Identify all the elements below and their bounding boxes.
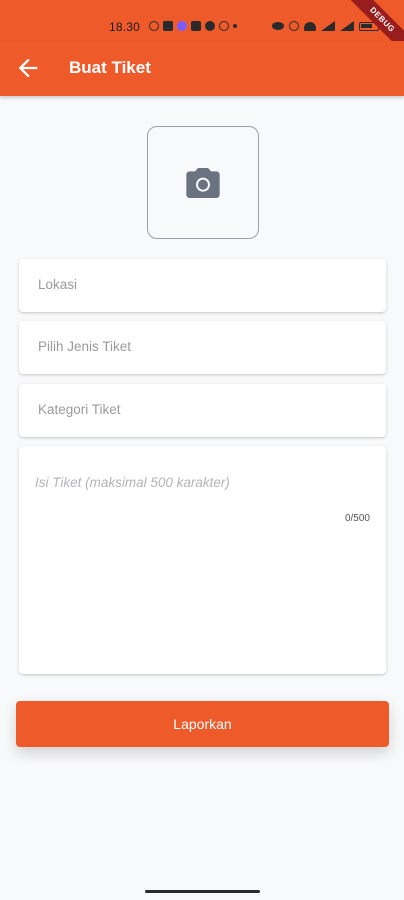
isi-tiket-placeholder: Isi Tiket (maksimal 500 karakter) [35, 475, 230, 490]
notification-icons [149, 21, 237, 31]
app-screen: 18.30 DEBUG Buat Tiket Lokasi Pilih Jeni… [0, 0, 404, 900]
app-notification-icon [177, 21, 187, 31]
status-bar: 18.30 DEBUG [0, 0, 404, 59]
kategori-tiket-placeholder: Kategori Tiket [38, 402, 121, 417]
lokasi-placeholder: Lokasi [38, 277, 78, 292]
wifi-icon [304, 21, 316, 31]
security-icon [205, 21, 215, 31]
arrow-left-icon [18, 58, 38, 78]
back-button[interactable] [14, 54, 42, 82]
whatsapp-icon [149, 21, 159, 31]
signal-icon [321, 21, 335, 31]
kategori-tiket-select[interactable]: Kategori Tiket [19, 384, 386, 437]
char-counter: 0/500 [344, 513, 370, 524]
signal-icon-2 [340, 21, 354, 31]
isi-tiket-textarea[interactable]: Isi Tiket (maksimal 500 karakter) 0/500 [19, 446, 386, 674]
jenis-tiket-placeholder: Pilih Jenis Tiket [38, 339, 132, 354]
sync-icon [219, 21, 229, 31]
gallery-icon [191, 21, 201, 31]
page-title: Buat Tiket [69, 58, 151, 77]
more-notifications-icon [233, 24, 237, 28]
camera-icon [186, 167, 220, 198]
home-indicator[interactable] [145, 890, 260, 893]
jenis-tiket-select[interactable]: Pilih Jenis Tiket [19, 321, 386, 374]
mail-icon [163, 21, 173, 31]
lokasi-field[interactable]: Lokasi [19, 259, 386, 312]
alarm-icon [289, 21, 299, 31]
status-time: 18.30 [109, 20, 141, 34]
laporkan-button[interactable]: Laporkan [16, 701, 389, 747]
app-bar: Buat Tiket [0, 41, 404, 96]
eye-icon [272, 22, 284, 30]
photo-picker-button[interactable] [147, 126, 259, 239]
system-icons [272, 21, 379, 31]
